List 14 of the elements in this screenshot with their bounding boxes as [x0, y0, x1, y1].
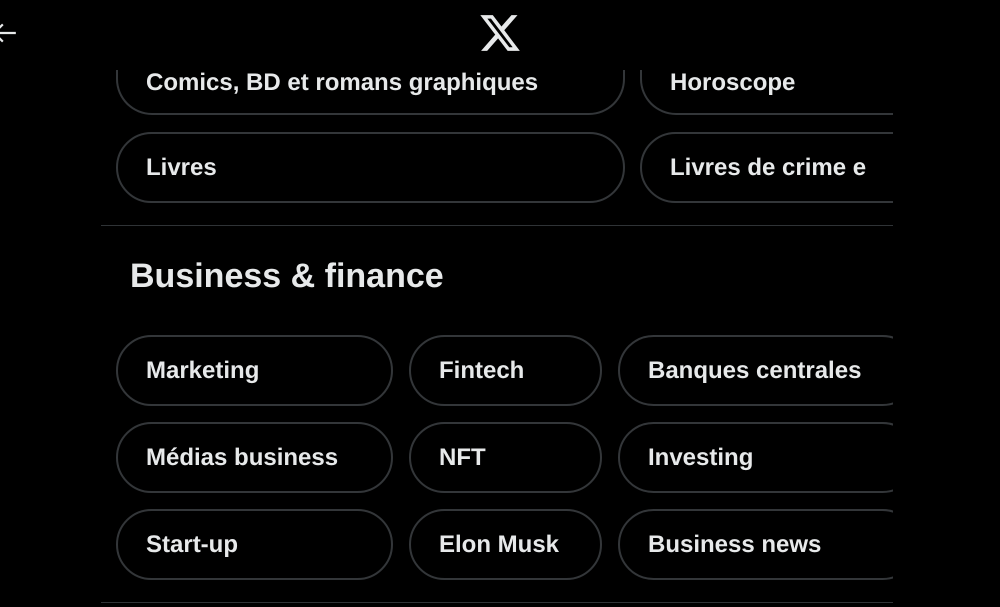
topic-chip[interactable]: Business news [618, 509, 893, 580]
topic-chip[interactable]: Investing [618, 422, 893, 493]
topic-chip[interactable]: Fintech [409, 335, 602, 406]
topic-chip[interactable]: Livres de crime e [640, 132, 893, 203]
topic-chip[interactable]: Marketing [116, 335, 393, 406]
section-heading: Business & finance [130, 256, 445, 296]
topic-chip[interactable]: Livres [116, 132, 625, 203]
topic-chip[interactable]: Comics, BD et romans graphiques [116, 70, 625, 115]
topic-chip[interactable]: Horoscope [640, 70, 893, 115]
topic-chip[interactable]: Start-up [116, 509, 393, 580]
topic-chip[interactable]: Elon Musk [409, 509, 602, 580]
topic-chip[interactable]: NFT [409, 422, 602, 493]
topic-chip[interactable]: Médias business [116, 422, 393, 493]
topic-chip[interactable]: Banques centrales [618, 335, 893, 406]
